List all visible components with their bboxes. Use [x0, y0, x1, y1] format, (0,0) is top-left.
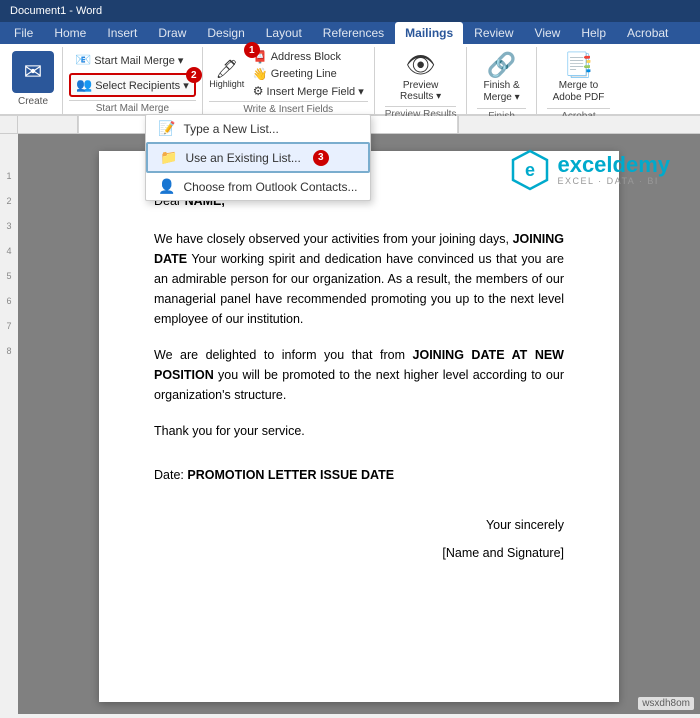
acrobat-group: 📑 Merge to Adobe PDF Acrobat — [537, 47, 621, 114]
insert-merge-field-button[interactable]: ⚙ Insert Merge Field ▾ — [249, 83, 368, 99]
folder-icon: 📁 — [160, 149, 177, 166]
start-mail-merge-group-label: Start Mail Merge — [69, 100, 196, 114]
insert-merge-field-label: Insert Merge Field ▾ — [267, 85, 364, 98]
address-block-label: Address Block — [271, 51, 341, 63]
date-label: Date: — [154, 468, 187, 482]
date-para: Date: PROMOTION LETTER ISSUE DATE — [154, 465, 564, 485]
acrobat-icon: 📑 — [564, 51, 594, 80]
closing-para: Your sincerely — [154, 515, 564, 535]
document-page: Dear NAME, We have closely observed your… — [99, 151, 619, 702]
start-mail-merge-group: 📧 Start Mail Merge ▾ 👥 Select Recipients… — [63, 47, 203, 114]
highlight-label: Highlight — [209, 79, 244, 89]
preview-results-label: Preview — [403, 80, 439, 91]
start-mail-merge-icon: 📧 — [75, 52, 91, 68]
preview-results-label: Results ▾ — [400, 91, 441, 102]
thanks-para: Thank you for your service. — [154, 421, 564, 441]
merge-field-icon: ⚙ — [253, 84, 264, 98]
title-bar: Document1 - Word — [0, 0, 700, 22]
tab-layout[interactable]: Layout — [256, 22, 312, 44]
signature-para: [Name and Signature] — [154, 543, 564, 563]
tab-insert[interactable]: Insert — [97, 22, 147, 44]
select-recipients-label: Select Recipients ▾ — [95, 79, 189, 92]
logo-tagline: EXCEL · DATA · BI — [557, 176, 670, 186]
closing-text: Your sincerely — [486, 518, 564, 532]
write-insert-group: 🖊 Highlight 📮 Address Block 1 👋 Greeting… — [203, 47, 375, 114]
tab-home[interactable]: Home — [44, 22, 96, 44]
create-label: Create — [18, 96, 48, 107]
write-insert-group-label: Write & Insert Fields — [209, 101, 368, 115]
para1-start: We have closely observed your activities… — [154, 232, 513, 246]
tab-help[interactable]: Help — [571, 22, 616, 44]
para1: We have closely observed your activities… — [154, 229, 564, 329]
logo-name: exceldemy — [557, 154, 670, 176]
preview-icon: 👁 — [405, 51, 435, 80]
tab-design[interactable]: Design — [197, 22, 254, 44]
svg-text:e: e — [525, 160, 535, 180]
main-content: 1 2 3 4 5 6 7 8 e exceldemy EXCEL · DATA… — [0, 134, 700, 714]
exceldemy-logo-icon: e — [509, 149, 551, 191]
date-field: PROMOTION LETTER ISSUE DATE — [187, 468, 394, 482]
greeting-line-label: Greeting Line — [271, 68, 337, 80]
tab-view[interactable]: View — [525, 22, 571, 44]
vertical-ruler: 1 2 3 4 5 6 7 8 — [0, 134, 18, 714]
outlook-contacts-item[interactable]: 👤 Choose from Outlook Contacts... — [146, 173, 370, 200]
ruler-corner — [0, 116, 18, 133]
signature-text: [Name and Signature] — [442, 546, 564, 560]
document-scroll-area[interactable]: e exceldemy EXCEL · DATA · BI Dear NAME,… — [18, 134, 700, 714]
start-mail-merge-label: Start Mail Merge ▾ — [94, 54, 183, 67]
recipients-icon: 👥 — [76, 77, 92, 93]
tab-mailings[interactable]: Mailings — [395, 22, 463, 44]
tab-acrobat[interactable]: Acrobat — [617, 22, 678, 44]
para2-start: We are delighted to inform you that from — [154, 348, 413, 362]
greeting-line-button[interactable]: 👋 Greeting Line — [249, 66, 368, 82]
badge-3: 3 — [313, 150, 329, 166]
para2-end: you will be promoted to the next higher … — [154, 368, 564, 402]
watermark: wsxdh8om — [638, 697, 694, 710]
badge-2: 2 — [186, 67, 202, 83]
finish-merge-button[interactable]: 🔗 Finish & Merge ▾ — [477, 49, 525, 106]
envelope-icon: ✉ — [24, 59, 42, 85]
merge-acrobat-button[interactable]: 📑 Merge to Adobe PDF — [547, 49, 611, 106]
greeting-line-icon: 👋 — [253, 67, 268, 81]
finish-group: 🔗 Finish & Merge ▾ Finish — [467, 47, 536, 114]
contacts-icon: 👤 — [158, 178, 175, 195]
type-list-icon: 📝 — [158, 120, 175, 137]
ribbon-tabs: File Home Insert Draw Design Layout Refe… — [0, 22, 700, 44]
tab-draw[interactable]: Draw — [148, 22, 196, 44]
address-block-button[interactable]: 📮 Address Block 1 — [249, 49, 368, 65]
preview-results-group: 👁 Preview Results ▾ Preview Results — [375, 47, 468, 114]
tab-references[interactable]: References — [313, 22, 394, 44]
outlook-contacts-label: Choose from Outlook Contacts... — [183, 180, 357, 194]
highlight-icon: 🖊 — [215, 60, 238, 78]
thanks-text: Thank you for your service. — [154, 424, 305, 438]
exceldemy-logo: e exceldemy EXCEL · DATA · BI — [509, 149, 670, 191]
start-mail-merge-button[interactable]: 📧 Start Mail Merge ▾ — [69, 49, 196, 71]
preview-results-button[interactable]: 👁 Preview Results ▾ — [394, 49, 447, 104]
highlight-button[interactable]: 🖊 Highlight — [209, 57, 245, 92]
finish-merge-label: Finish & — [483, 80, 519, 92]
tab-review[interactable]: Review — [464, 22, 523, 44]
create-group: ✉ Create — [4, 47, 63, 114]
tab-file[interactable]: File — [4, 22, 43, 44]
window-title: Document1 - Word — [10, 5, 102, 17]
para2: We are delighted to inform you that from… — [154, 345, 564, 405]
use-existing-list-item[interactable]: 📁 Use an Existing List... 3 — [146, 142, 370, 173]
type-new-list-label: Type a New List... — [183, 122, 278, 136]
select-recipients-dropdown: 📝 Type a New List... 📁 Use an Existing L… — [145, 114, 371, 201]
use-existing-label: Use an Existing List... — [185, 151, 300, 165]
select-recipients-button[interactable]: 👥 Select Recipients ▾ 2 — [69, 73, 196, 97]
badge-1: 1 — [244, 42, 260, 58]
create-button[interactable]: ✉ — [12, 51, 54, 93]
finish-icon: 🔗 — [487, 51, 517, 80]
type-new-list-item[interactable]: 📝 Type a New List... — [146, 115, 370, 142]
para1-mid: Your working spirit and dedication have … — [154, 252, 564, 326]
